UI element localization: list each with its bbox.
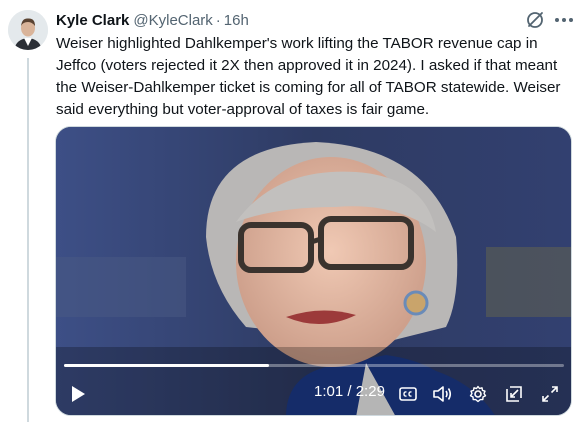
- pop-out-icon[interactable]: [502, 381, 526, 407]
- video-time-readout: 1:01 / 2:29: [314, 383, 385, 400]
- video-frame: [56, 127, 571, 415]
- author-handle[interactable]: @KyleClark: [133, 12, 212, 29]
- captions-icon[interactable]: [396, 381, 420, 407]
- duration: 2:29: [355, 383, 385, 400]
- tweet-header: Kyle Clark @KyleClark · 16h: [56, 10, 249, 30]
- video-player[interactable]: 1:01 / 2:29: [55, 126, 572, 416]
- video-progress-bar[interactable]: [64, 364, 564, 367]
- grok-icon[interactable]: [524, 9, 546, 31]
- tweet-text: Weiser highlighted Dahlkemper's work lif…: [56, 35, 561, 118]
- volume-icon[interactable]: [430, 381, 454, 407]
- play-icon[interactable]: [66, 381, 90, 407]
- avatar[interactable]: [8, 10, 48, 50]
- avatar-image: [8, 10, 48, 50]
- current-time: 1:01: [314, 383, 344, 400]
- fullscreen-icon[interactable]: [538, 381, 562, 407]
- separator-dot: ·: [215, 11, 221, 29]
- settings-icon[interactable]: [466, 381, 490, 407]
- thread-connector-line: [27, 58, 29, 422]
- video-progress-fill: [64, 364, 269, 367]
- author-name[interactable]: Kyle Clark: [56, 12, 129, 29]
- more-options-icon[interactable]: [552, 9, 576, 31]
- timestamp[interactable]: 16h: [224, 12, 249, 29]
- time-divider: /: [347, 383, 352, 400]
